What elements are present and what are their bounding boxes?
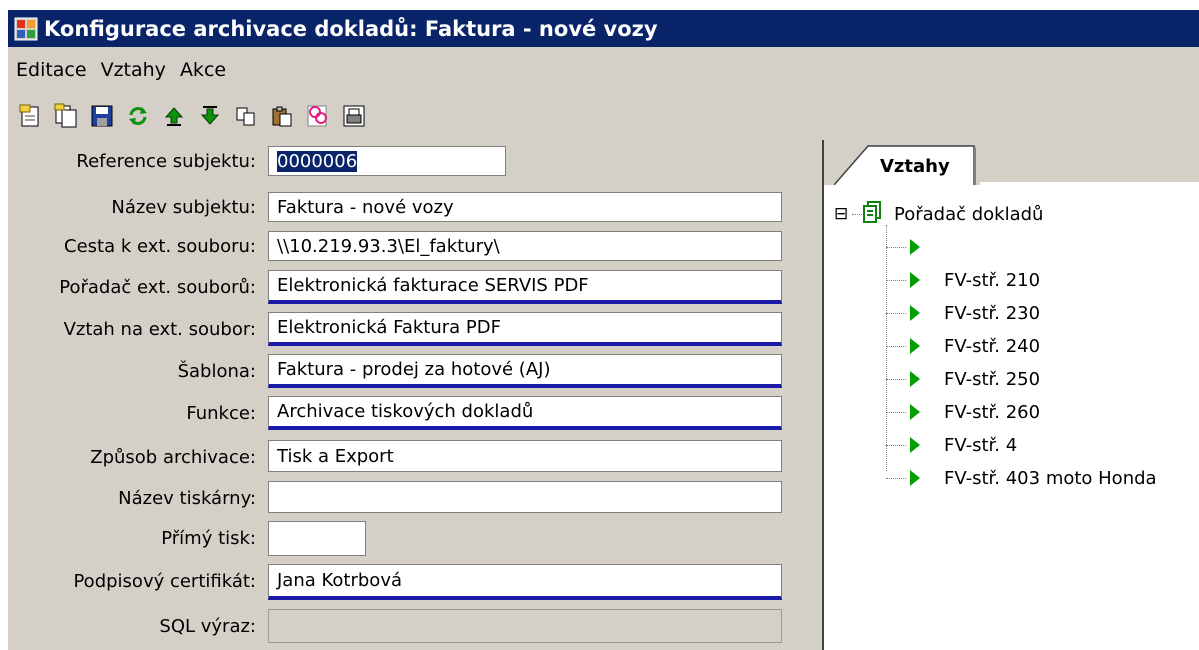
printer-input[interactable] xyxy=(268,481,782,513)
label-reference: Reference subjektu: xyxy=(76,150,256,172)
tree-connector xyxy=(852,214,862,215)
window-titlebar[interactable]: Konfigurace archivace dokladů: Faktura -… xyxy=(8,10,1199,47)
name-input[interactable]: Faktura - nové vozy xyxy=(268,192,782,222)
field-row-certificate: Podpisový certifikát: xyxy=(8,564,260,598)
menu-vztahy[interactable]: Vztahy xyxy=(94,59,173,81)
tree-item-label: FV-stř. 240 xyxy=(944,335,1041,357)
paste-icon[interactable] xyxy=(267,101,297,131)
play-arrow-icon xyxy=(910,272,920,288)
field-row-reference: Reference subjektu: xyxy=(8,144,260,178)
field-row-folder: Pořadač ext. souborů: xyxy=(8,270,260,304)
relation-select[interactable]: Elektronická Faktura PDF xyxy=(268,312,782,346)
field-row-relation: Vztah na ext. soubor: xyxy=(8,312,260,346)
play-arrow-icon xyxy=(910,239,920,255)
window-title: Konfigurace archivace dokladů: Faktura -… xyxy=(44,16,658,41)
field-row-name: Název subjektu: xyxy=(8,190,260,224)
link-icon[interactable] xyxy=(303,101,333,131)
tree-connector xyxy=(886,379,906,380)
label-name: Název subjektu: xyxy=(111,196,256,218)
tree-item-label: FV-stř. 260 xyxy=(944,401,1041,423)
collapse-icon[interactable]: ⊟ xyxy=(834,204,852,224)
menu-bar: Editace Vztahy Akce xyxy=(8,47,1199,92)
top-margin xyxy=(0,0,1199,10)
label-printer: Název tiskárny: xyxy=(118,487,256,509)
field-row-function: Funkce: xyxy=(8,396,260,430)
play-arrow-icon xyxy=(910,437,920,453)
label-method: Způsob archivace: xyxy=(90,446,256,468)
tree-item[interactable]: FV-stř. 230 xyxy=(886,298,1040,328)
sql-input xyxy=(268,609,782,643)
reference-value: 0000006 xyxy=(277,150,358,172)
tree-item[interactable]: FV-stř. 240 xyxy=(886,331,1040,361)
move-down-icon[interactable] xyxy=(195,101,225,131)
tab-vztahy[interactable]: Vztahy xyxy=(834,144,980,185)
play-arrow-icon xyxy=(910,371,920,387)
print-icon[interactable] xyxy=(339,101,369,131)
move-up-icon[interactable] xyxy=(159,101,189,131)
reference-input[interactable]: 0000006 xyxy=(268,146,506,176)
field-row-template: Šablona: xyxy=(8,354,260,388)
tab-strip: Vztahy xyxy=(824,140,1199,185)
direct-print-input[interactable] xyxy=(268,521,366,556)
path-input[interactable]: \\10.219.93.3\El_faktury\ xyxy=(268,231,782,261)
tree-item[interactable]: FV-stř. 210 xyxy=(886,265,1040,295)
tree-connector xyxy=(886,313,906,314)
certificate-select[interactable]: Jana Kotrbová xyxy=(268,564,782,600)
new-document-icon[interactable] xyxy=(15,101,45,131)
relations-tree: ⊟ Pořadač dokladů FV-stř. 210 FV-stř. 23… xyxy=(824,185,1199,650)
field-row-method: Způsob archivace: xyxy=(8,440,260,474)
play-arrow-icon xyxy=(910,338,920,354)
menu-editace[interactable]: Editace xyxy=(8,59,94,81)
play-arrow-icon xyxy=(910,305,920,321)
template-select[interactable]: Faktura - prodej za hotové (AJ) xyxy=(268,354,782,388)
field-row-path: Cesta k ext. souboru: xyxy=(8,229,260,263)
tree-item[interactable]: FV-stř. 260 xyxy=(886,397,1040,427)
tree-item-label: FV-stř. 250 xyxy=(944,368,1041,390)
method-select[interactable]: Tisk a Export xyxy=(268,440,782,472)
play-arrow-icon xyxy=(910,404,920,420)
label-relation: Vztah na ext. soubor: xyxy=(63,318,256,340)
tab-label: Vztahy xyxy=(880,156,950,177)
tree-item-label: FV-stř. 4 xyxy=(944,434,1018,456)
tree-item-label: FV-stř. 230 xyxy=(944,302,1041,324)
field-row-sql: SQL výraz: xyxy=(8,609,260,643)
copy-icon[interactable] xyxy=(231,101,261,131)
tree-item-label: FV-stř. 210 xyxy=(944,269,1041,291)
play-arrow-icon xyxy=(910,470,920,486)
tree-connector xyxy=(886,247,906,248)
tree-item[interactable]: FV-stř. 250 xyxy=(886,364,1040,394)
tree-item[interactable]: FV-stř. 403 moto Honda xyxy=(886,463,1157,493)
label-sql: SQL výraz: xyxy=(159,615,256,637)
label-certificate: Podpisový certifikát: xyxy=(73,570,256,592)
refresh-icon[interactable] xyxy=(123,101,153,131)
folder-select[interactable]: Elektronická fakturace SERVIS PDF xyxy=(268,270,782,304)
toolbar xyxy=(8,92,1199,140)
detail-form: Reference subjektu: 0000006 Název subjek… xyxy=(8,140,814,650)
folder-binder-icon xyxy=(862,200,882,228)
function-select[interactable]: Archivace tiskových dokladů xyxy=(268,396,782,430)
relations-panel: Vztahy ⊟ Pořadač dokladů FV-stř. 210 FV-… xyxy=(822,140,1199,650)
label-function: Funkce: xyxy=(186,402,256,424)
tree-connector xyxy=(886,478,906,479)
menu-akce[interactable]: Akce xyxy=(173,59,233,81)
tree-connector xyxy=(886,346,906,347)
tree-item-label: FV-stř. 403 moto Honda xyxy=(944,467,1157,489)
tree-connector xyxy=(886,280,906,281)
tree-root[interactable]: ⊟ Pořadač dokladů xyxy=(834,199,1043,229)
tree-item[interactable]: FV-stř. 4 xyxy=(886,430,1017,460)
copy-document-icon[interactable] xyxy=(51,101,81,131)
app-window-icon xyxy=(14,17,38,41)
label-path: Cesta k ext. souboru: xyxy=(64,235,256,257)
label-template: Šablona: xyxy=(177,360,256,382)
save-icon[interactable] xyxy=(87,101,117,131)
panel-splitter[interactable] xyxy=(814,140,822,650)
tree-connector xyxy=(886,412,906,413)
label-folder: Pořadač ext. souborů: xyxy=(59,276,256,298)
label-direct-print: Přímý tisk: xyxy=(161,527,256,549)
tree-connector xyxy=(886,445,906,446)
tree-item[interactable] xyxy=(886,232,944,262)
tree-root-label: Pořadač dokladů xyxy=(894,203,1044,225)
field-row-printer: Název tiskárny: xyxy=(8,481,260,515)
field-row-direct-print: Přímý tisk: xyxy=(8,521,260,555)
